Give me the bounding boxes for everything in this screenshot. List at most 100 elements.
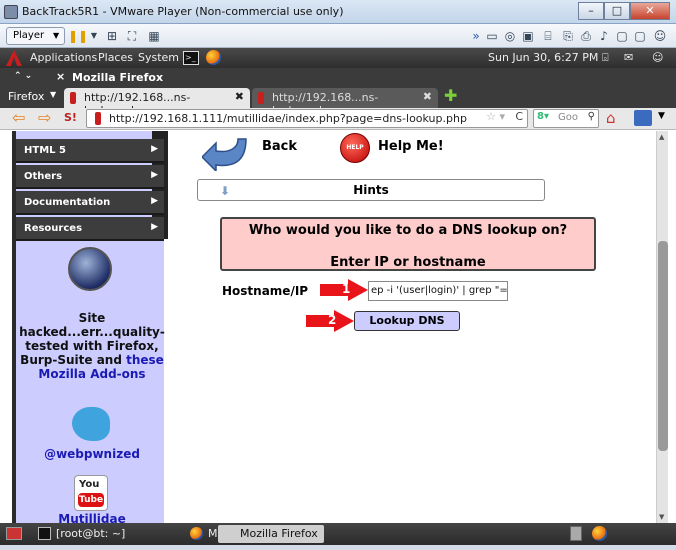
hard-disk-icon[interactable]: ▭: [484, 28, 500, 44]
send-ctrl-alt-del-icon[interactable]: ⊞: [104, 28, 120, 44]
tab-dns-lookup-inactive[interactable]: http://192.168...ns-lookup.php ✖: [252, 88, 438, 117]
url-bar[interactable]: http://192.168.1.111/mutillidae/index.ph…: [86, 109, 528, 128]
unity-icon[interactable]: ▦: [146, 28, 162, 44]
bookmark-star-icon[interactable]: ☆ ▾: [486, 110, 505, 123]
applications-menu[interactable]: Applications: [30, 51, 97, 64]
pause-icon[interactable]: ❚❚: [68, 28, 88, 44]
window-icon[interactable]: ▢: [632, 28, 648, 44]
hints-label: Hints: [353, 183, 389, 197]
panel-clock[interactable]: Sun Jun 30, 6:27 PM: [488, 51, 598, 64]
youtube-icon[interactable]: You Tube: [74, 475, 108, 511]
sound-icon[interactable]: ♪: [596, 28, 612, 44]
firefox-tray-icon[interactable]: [592, 526, 607, 541]
system-menu[interactable]: System: [138, 51, 179, 64]
reload-icon[interactable]: C: [515, 110, 523, 123]
page-content: HTML 5 ▶ Others ▶ Documentation ▶ Resour…: [0, 131, 656, 523]
tab-dns-lookup-active[interactable]: http://192.168...ns-lookup.php ✖: [64, 88, 250, 117]
navigation-toolbar: ⇦ ⇨ S! http://192.168.1.111/mutillidae/i…: [0, 108, 676, 130]
url-text: http://192.168.1.111/mutillidae/index.ph…: [109, 112, 467, 125]
hints-toggle[interactable]: ⬇ Hints: [197, 179, 545, 201]
firefox-title-bar: ⌃ ⌄ × Mozilla Firefox: [0, 68, 676, 86]
gnome-top-panel: Applications Places System >_ Sun Jun 30…: [0, 48, 676, 68]
window-menu-icon[interactable]: ⌃ ⌄: [14, 71, 32, 81]
mutillidae-favicon-icon: [258, 92, 264, 104]
scroll-down-icon[interactable]: ▼: [659, 513, 664, 521]
twitter-handle-link[interactable]: @webpwnized: [16, 447, 168, 461]
firefox-menu-button[interactable]: Firefox: [8, 90, 44, 103]
maximize-button[interactable]: □: [604, 2, 630, 20]
search-icon[interactable]: ⚲: [588, 111, 595, 122]
vmware-status-strip: [0, 545, 676, 550]
youtube-tube-text: Tube: [78, 493, 104, 507]
vertical-scrollbar[interactable]: ▲ ▼: [656, 131, 668, 523]
twitter-bird-icon[interactable]: [72, 407, 110, 441]
network-status-icon[interactable]: ⌻: [602, 51, 609, 65]
forward-arrow-icon[interactable]: ⇨: [38, 110, 56, 127]
close-tab-icon[interactable]: ✖: [235, 90, 244, 103]
player-menu-button[interactable]: Player ▼: [6, 27, 66, 45]
back-arrow-icon[interactable]: [202, 133, 248, 171]
floppy-icon[interactable]: ▣: [520, 28, 536, 44]
chevron-right-icon: ▶: [151, 196, 158, 206]
sidebar-item-resources[interactable]: Resources ▶: [16, 217, 164, 241]
lookup-dns-button[interactable]: Lookup DNS: [354, 311, 460, 331]
site-favicon-icon: [95, 112, 101, 125]
hostname-input[interactable]: ep -i '(user|login)' | grep "=": [368, 281, 508, 301]
network-icon[interactable]: ⌸: [540, 28, 556, 44]
tab-bar: Firefox ▼ http://192.168...ns-lookup.php…: [0, 86, 676, 117]
taskbar-item-terminal[interactable]: [root@bt: ~]: [34, 525, 131, 543]
dns-lookup-header-box: Who would you like to do a DNS lookup on…: [220, 217, 596, 271]
devices-overflow-icon[interactable]: »: [468, 28, 484, 44]
google-icon: 8▾: [537, 111, 549, 122]
gnome-bottom-panel: [root@bt: ~] M Mozilla Firefox: [0, 523, 676, 545]
terminal-launcher-icon[interactable]: >_: [183, 51, 199, 65]
owasp-logo-icon[interactable]: [68, 247, 112, 291]
new-tab-icon[interactable]: ✚: [444, 88, 458, 104]
user-switcher-icon[interactable]: ☺: [652, 51, 663, 64]
hostname-label: Hostname/IP: [222, 284, 309, 298]
mutillidae-link[interactable]: Mutillidae: [16, 512, 168, 523]
search-bar[interactable]: 8▾ Goo ⚲: [533, 109, 599, 128]
chevron-down-icon[interactable]: ▼: [86, 28, 102, 44]
chevron-right-icon: ▶: [151, 170, 158, 180]
back-arrow-icon[interactable]: ⇦: [12, 110, 30, 127]
chevron-down-icon[interactable]: ▼: [50, 90, 56, 99]
show-desktop-icon[interactable]: [6, 527, 22, 540]
back-link[interactable]: Back: [262, 139, 297, 154]
close-window-icon[interactable]: ×: [56, 70, 65, 83]
sidebar-item-html5[interactable]: HTML 5 ▶: [16, 139, 164, 163]
mail-icon[interactable]: ✉: [624, 51, 633, 64]
close-tab-icon[interactable]: ✖: [423, 90, 432, 103]
trash-icon[interactable]: [570, 526, 582, 541]
fullscreen-icon[interactable]: ⛶: [124, 28, 140, 44]
home-icon[interactable]: ⌂: [606, 110, 624, 126]
vmware-window-title: BackTrack5R1 - VMware Player (Non-commer…: [22, 5, 344, 18]
help-icon[interactable]: HELP: [340, 133, 370, 163]
sidebar-toggle-icon[interactable]: [634, 110, 652, 126]
help-me-link[interactable]: Help Me!: [378, 139, 444, 154]
noscript-icon[interactable]: S!: [64, 111, 77, 124]
sidebar-item-others[interactable]: Others ▶: [16, 165, 164, 189]
scrollbar-thumb[interactable]: [658, 241, 668, 451]
message-icon[interactable]: ▢: [614, 28, 630, 44]
scroll-up-icon[interactable]: ▲: [659, 133, 664, 141]
close-button[interactable]: ✕: [630, 2, 670, 20]
firefox-window-title: Mozilla Firefox: [72, 71, 164, 84]
firefox-launcher-icon[interactable]: [206, 50, 221, 65]
minimize-button[interactable]: –: [578, 2, 604, 20]
search-placeholder: Goo: [558, 112, 578, 123]
backtrack-logo-icon: [6, 50, 22, 66]
chevron-down-icon[interactable]: ▼: [658, 111, 665, 121]
taskbar-item-firefox[interactable]: Mozilla Firefox: [218, 525, 324, 543]
places-menu[interactable]: Places: [98, 51, 133, 64]
vmware-toolbar: Player ▼ ❚❚ ▼ ⊞ ⛶ ▦ » ▭ ◎ ▣ ⌸ ⎘ ⎙ ♪ ▢ ▢ …: [0, 24, 676, 48]
sidebar-item-label: HTML 5: [24, 145, 66, 156]
usb-icon[interactable]: ⎘: [560, 28, 576, 44]
user-icon[interactable]: ☺: [652, 28, 668, 44]
cd-rom-icon[interactable]: ◎: [502, 28, 518, 44]
printer-icon[interactable]: ⎙: [578, 28, 594, 44]
chevron-down-icon: ▼: [52, 31, 60, 40]
sidebar-item-documentation[interactable]: Documentation ▶: [16, 191, 164, 215]
window-controls: – □ ✕: [578, 2, 670, 20]
dns-lookup-question: Who would you like to do a DNS lookup on…: [248, 223, 568, 238]
